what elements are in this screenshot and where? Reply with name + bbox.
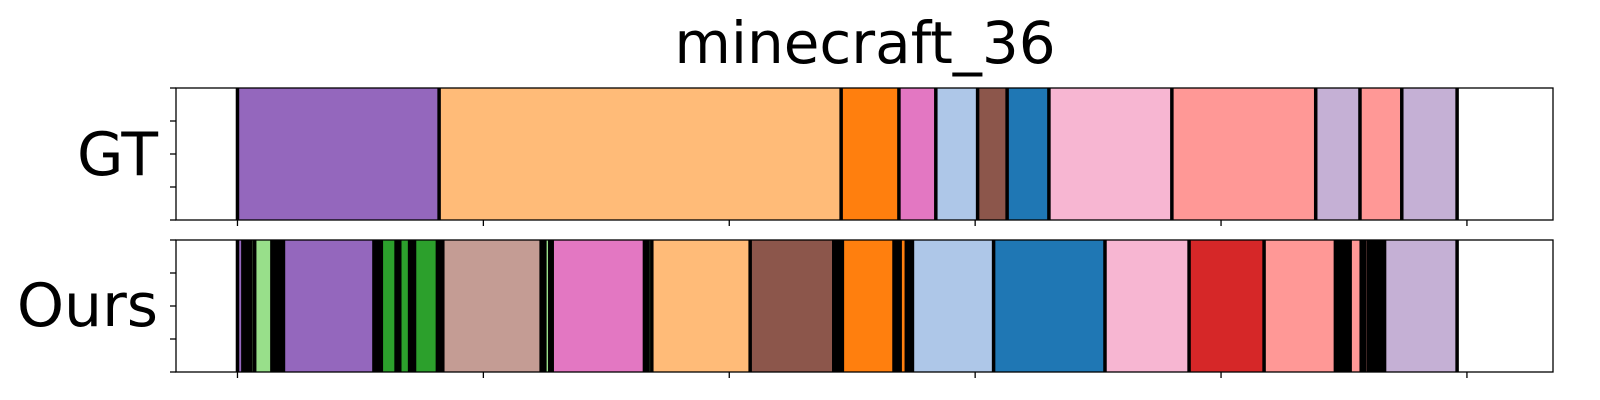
segment-0-11 xyxy=(1401,88,1458,220)
chart-title: minecraft_36 xyxy=(674,9,1055,77)
segment-1-37 xyxy=(1384,240,1458,372)
segment-1-7 xyxy=(381,240,397,372)
segment-0-7 xyxy=(1048,88,1172,220)
segment-0-0 xyxy=(237,88,440,220)
segmentation-chart: minecraft_36 GT Ours xyxy=(17,9,1554,378)
segment-1-20 xyxy=(651,240,751,372)
row-label-gt: GT xyxy=(77,120,158,190)
segment-0-8 xyxy=(1171,88,1316,220)
segment-0-6 xyxy=(1007,88,1049,220)
segment-1-11 xyxy=(414,240,438,372)
segment-1-23 xyxy=(842,240,895,372)
segment-1-27 xyxy=(912,240,994,372)
segment-0-9 xyxy=(1315,88,1360,220)
segment-0-10 xyxy=(1359,88,1402,220)
segment-0-1 xyxy=(439,88,842,220)
segment-0-4 xyxy=(935,88,978,220)
segment-1-17 xyxy=(552,240,645,372)
segment-1-32 xyxy=(1335,240,1351,372)
row-label-ours: Ours xyxy=(17,271,158,341)
segment-1-29 xyxy=(1104,240,1190,372)
segment-0-2 xyxy=(841,88,899,220)
segment-0-5 xyxy=(977,88,1008,220)
row-gt: GT xyxy=(77,87,1554,226)
segment-1-3 xyxy=(254,240,272,372)
segment-1-21 xyxy=(750,240,834,372)
row-ours: Ours xyxy=(17,239,1554,378)
segment-1-31 xyxy=(1264,240,1336,372)
segment-1-5 xyxy=(283,240,374,372)
segment-1-36 xyxy=(1368,240,1385,372)
segment-0-3 xyxy=(898,88,936,220)
segment-1-13 xyxy=(442,240,542,372)
segment-1-28 xyxy=(993,240,1105,372)
segment-1-30 xyxy=(1189,240,1265,372)
